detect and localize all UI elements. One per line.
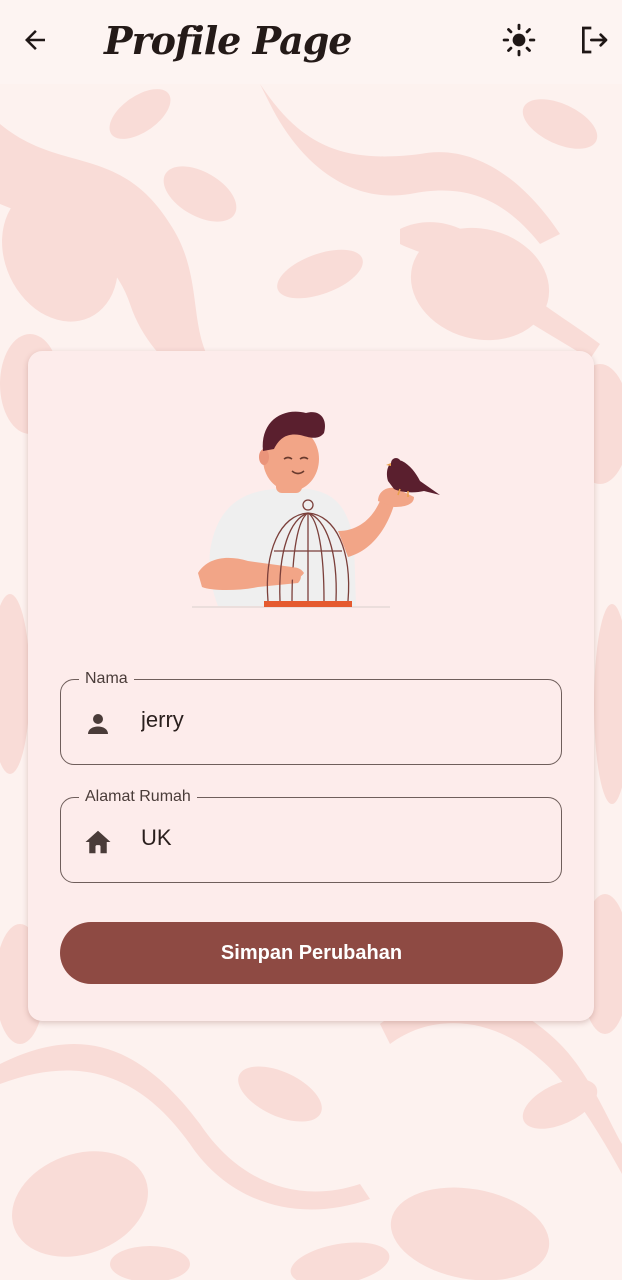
person-with-bird-illustration: [192, 411, 440, 608]
logout-button[interactable]: [572, 18, 616, 62]
address-field[interactable]: Alamat Rumah: [60, 787, 562, 883]
home-icon: [85, 830, 111, 854]
name-field[interactable]: Nama: [60, 669, 562, 765]
logout-icon: [582, 26, 608, 54]
back-button[interactable]: [13, 18, 57, 62]
arrow-left-icon: [25, 30, 45, 50]
address-input[interactable]: [141, 825, 541, 851]
profile-card: Nama Alamat Rumah Simpan Perubahan: [28, 351, 594, 1021]
sun-icon: [502, 23, 536, 57]
name-input[interactable]: [141, 707, 541, 733]
name-field-label: Nama: [79, 669, 134, 689]
address-field-label: Alamat Rumah: [79, 787, 197, 807]
theme-toggle-button[interactable]: [497, 18, 541, 62]
page-title: Profile Page: [104, 18, 352, 63]
app-bar: Profile Page: [0, 0, 622, 84]
person-icon: [88, 714, 108, 734]
save-changes-button[interactable]: Simpan Perubahan: [60, 922, 563, 984]
